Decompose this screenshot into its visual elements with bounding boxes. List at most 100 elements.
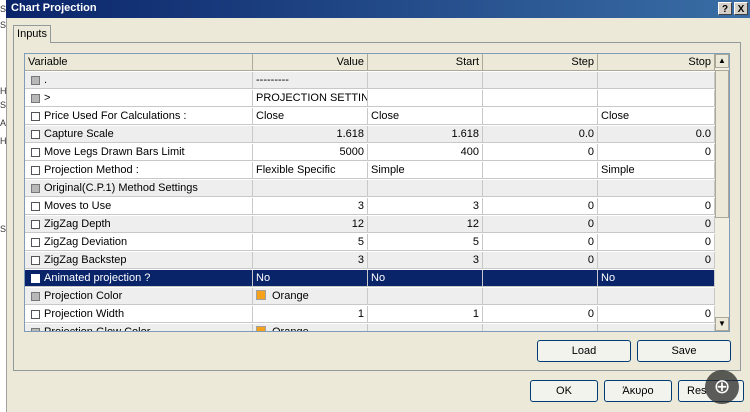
- row-checkbox[interactable]: [31, 166, 40, 175]
- cell-step[interactable]: [483, 108, 598, 125]
- cell-step[interactable]: [483, 324, 598, 331]
- cell-value[interactable]: [253, 180, 368, 197]
- cell-value[interactable]: 5000: [253, 144, 368, 161]
- cell-value[interactable]: 3: [253, 198, 368, 215]
- cell-start[interactable]: 3: [368, 252, 483, 269]
- table-row[interactable]: Animated projection ? No No No: [25, 270, 715, 288]
- cell-start[interactable]: 12: [368, 216, 483, 233]
- row-checkbox[interactable]: [31, 112, 40, 121]
- row-checkbox[interactable]: [31, 76, 40, 85]
- cell-stop[interactable]: 0: [598, 306, 715, 323]
- cell-step[interactable]: [483, 180, 598, 197]
- cell-value[interactable]: Close: [253, 108, 368, 125]
- cell-stop[interactable]: No: [598, 270, 715, 287]
- cell-step[interactable]: [483, 270, 598, 287]
- table-row[interactable]: Projection Glow Color Orange: [25, 324, 715, 331]
- cell-step[interactable]: [483, 90, 598, 107]
- table-row[interactable]: ZigZag Depth 12 12 0 0: [25, 216, 715, 234]
- cell-stop[interactable]: 0: [598, 144, 715, 161]
- cell-stop[interactable]: 0: [598, 234, 715, 251]
- row-checkbox[interactable]: [31, 292, 40, 301]
- table-row[interactable]: Capture Scale 1.618 1.618 0.0 0.0: [25, 126, 715, 144]
- table-row[interactable]: Projection Color Orange: [25, 288, 715, 306]
- cell-value[interactable]: PROJECTION SETTINGS: [253, 90, 368, 107]
- cell-stop[interactable]: [598, 288, 715, 305]
- cell-start[interactable]: No: [368, 270, 483, 287]
- cell-value[interactable]: No: [253, 270, 368, 287]
- cell-stop[interactable]: [598, 72, 715, 89]
- row-checkbox[interactable]: [31, 94, 40, 103]
- ok-button[interactable]: OK: [530, 380, 598, 402]
- table-row[interactable]: Original(C.P.1) Method Settings: [25, 180, 715, 198]
- cell-step[interactable]: [483, 288, 598, 305]
- table-row[interactable]: ZigZag Backstep 3 3 0 0: [25, 252, 715, 270]
- cell-stop[interactable]: Simple: [598, 162, 715, 179]
- cell-step[interactable]: 0: [483, 252, 598, 269]
- cell-stop[interactable]: [598, 90, 715, 107]
- cell-start[interactable]: [368, 324, 483, 331]
- scroll-down-icon[interactable]: ▼: [715, 317, 729, 331]
- cell-value[interactable]: 1.618: [253, 126, 368, 143]
- table-row[interactable]: Projection Width 1 1 0 0: [25, 306, 715, 324]
- cell-start[interactable]: 1.618: [368, 126, 483, 143]
- cell-start[interactable]: [368, 72, 483, 89]
- cell-value[interactable]: Orange: [253, 324, 368, 331]
- row-checkbox[interactable]: [31, 130, 40, 139]
- cell-stop[interactable]: 0.0: [598, 126, 715, 143]
- column-header-start[interactable]: Start: [368, 54, 483, 71]
- cell-start[interactable]: [368, 90, 483, 107]
- cell-step[interactable]: 0.0: [483, 126, 598, 143]
- table-row[interactable]: . ---------: [25, 72, 715, 90]
- cancel-button[interactable]: Άκυρο: [604, 380, 672, 402]
- cell-stop[interactable]: [598, 180, 715, 197]
- load-button[interactable]: Load: [537, 340, 631, 362]
- close-button[interactable]: X: [734, 2, 748, 15]
- row-checkbox[interactable]: [31, 310, 40, 319]
- cell-step[interactable]: [483, 162, 598, 179]
- column-header-variable[interactable]: Variable: [25, 54, 253, 71]
- cell-value[interactable]: 12: [253, 216, 368, 233]
- cell-stop[interactable]: [598, 324, 715, 331]
- row-checkbox[interactable]: [31, 148, 40, 157]
- table-row[interactable]: Price Used For Calculations : Close Close C…: [25, 108, 715, 126]
- row-checkbox[interactable]: [31, 238, 40, 247]
- cell-step[interactable]: 0: [483, 198, 598, 215]
- help-button[interactable]: ?: [718, 2, 732, 15]
- column-header-stop[interactable]: Stop: [598, 54, 715, 71]
- row-checkbox[interactable]: [31, 256, 40, 265]
- cell-start[interactable]: Close: [368, 108, 483, 125]
- vertical-scrollbar[interactable]: ▲ ▼: [715, 54, 729, 331]
- scroll-thumb[interactable]: [715, 70, 729, 218]
- cell-stop[interactable]: 0: [598, 252, 715, 269]
- table-row[interactable]: Move Legs Drawn Bars Limit 5000 400 0 0: [25, 144, 715, 162]
- table-row[interactable]: ZigZag Deviation 5 5 0 0: [25, 234, 715, 252]
- tab-inputs[interactable]: Inputs: [13, 25, 51, 43]
- cell-value[interactable]: 1: [253, 306, 368, 323]
- column-header-value[interactable]: Value: [253, 54, 368, 71]
- save-button[interactable]: Save: [637, 340, 731, 362]
- title-bar[interactable]: Chart Projection ? X: [6, 0, 750, 18]
- cell-stop[interactable]: Close: [598, 108, 715, 125]
- cell-start[interactable]: [368, 180, 483, 197]
- table-row[interactable]: Projection Method : Flexible Specific Simp…: [25, 162, 715, 180]
- cell-value[interactable]: 3: [253, 252, 368, 269]
- cell-start[interactable]: 5: [368, 234, 483, 251]
- row-checkbox[interactable]: [31, 220, 40, 229]
- table-row[interactable]: > PROJECTION SETTINGS: [25, 90, 715, 108]
- zoom-in-icon[interactable]: ⊕: [705, 370, 739, 404]
- cell-step[interactable]: 0: [483, 234, 598, 251]
- row-checkbox[interactable]: [31, 202, 40, 211]
- cell-start[interactable]: 3: [368, 198, 483, 215]
- cell-step[interactable]: 0: [483, 216, 598, 233]
- cell-stop[interactable]: 0: [598, 216, 715, 233]
- scroll-up-icon[interactable]: ▲: [715, 54, 729, 68]
- cell-step[interactable]: 0: [483, 306, 598, 323]
- row-checkbox[interactable]: [31, 274, 40, 283]
- cell-start[interactable]: 1: [368, 306, 483, 323]
- cell-value[interactable]: Flexible Specific: [253, 162, 368, 179]
- cell-stop[interactable]: 0: [598, 198, 715, 215]
- row-checkbox[interactable]: [31, 184, 40, 193]
- cell-start[interactable]: 400: [368, 144, 483, 161]
- cell-value[interactable]: Orange: [253, 288, 368, 305]
- cell-step[interactable]: 0: [483, 144, 598, 161]
